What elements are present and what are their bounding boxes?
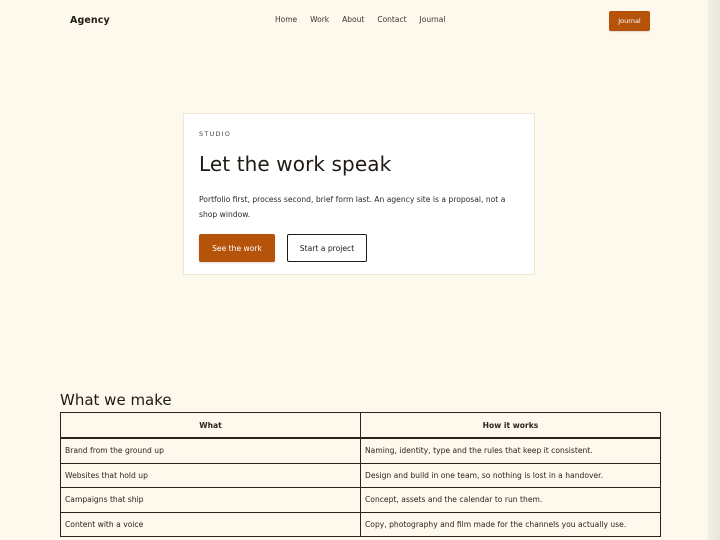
nav-work-link[interactable]: Work [310,15,329,24]
site-header: Agency Home Work About Contact Journal J… [0,0,708,42]
brand-logo[interactable]: Agency [70,15,110,26]
hero-title: Let the work speak [199,152,392,176]
start-a-project-button[interactable]: Start a project [287,234,367,262]
see-the-work-button[interactable]: See the work [199,234,275,262]
column-header-what: What [60,412,361,439]
table-cell-what: Campaigns that ship [60,487,361,513]
hero-card: STUDIO Let the work speak Portfolio firs… [183,113,535,275]
nav-journal-link[interactable]: Journal [420,15,446,24]
table-row: Campaigns that ship Concept, assets and … [60,487,661,513]
nav-about-link[interactable]: About [342,15,364,24]
hero-eyebrow: STUDIO [199,130,232,138]
table-cell-what: Websites that hold up [60,462,361,488]
table-cell-how: Concept, assets and the calendar to run … [360,487,661,513]
nav-home-link[interactable]: Home [275,15,297,24]
table-cell-what: Content with a voice [60,511,361,537]
table-cell-how: Copy, photography and film made for the … [360,511,661,537]
section-title: What we make [60,391,172,409]
scrollbar-track[interactable] [708,0,720,540]
table-cell-what: Brand from the ground up [60,437,361,464]
header-journal-button[interactable]: Journal [609,11,650,31]
hero-description: Portfolio first, process second, brief f… [199,195,506,219]
table-row: Content with a voice Copy, photography a… [60,511,661,537]
services-table: What How it works Brand from the ground … [60,412,661,537]
table-cell-how: Design and build in one team, so nothing… [360,462,661,488]
table-cell-how: Naming, identity, type and the rules tha… [360,437,661,464]
table-row: Websites that hold up Design and build i… [60,462,661,488]
table-row: Brand from the ground up Naming, identit… [60,437,661,464]
main-nav: Home Work About Contact Journal [275,15,458,24]
column-header-how-it-works: How it works [360,412,661,439]
services-table-container: What How it works Brand from the ground … [60,412,661,537]
table-header-row: What How it works [60,412,661,439]
nav-contact-link[interactable]: Contact [377,15,406,24]
